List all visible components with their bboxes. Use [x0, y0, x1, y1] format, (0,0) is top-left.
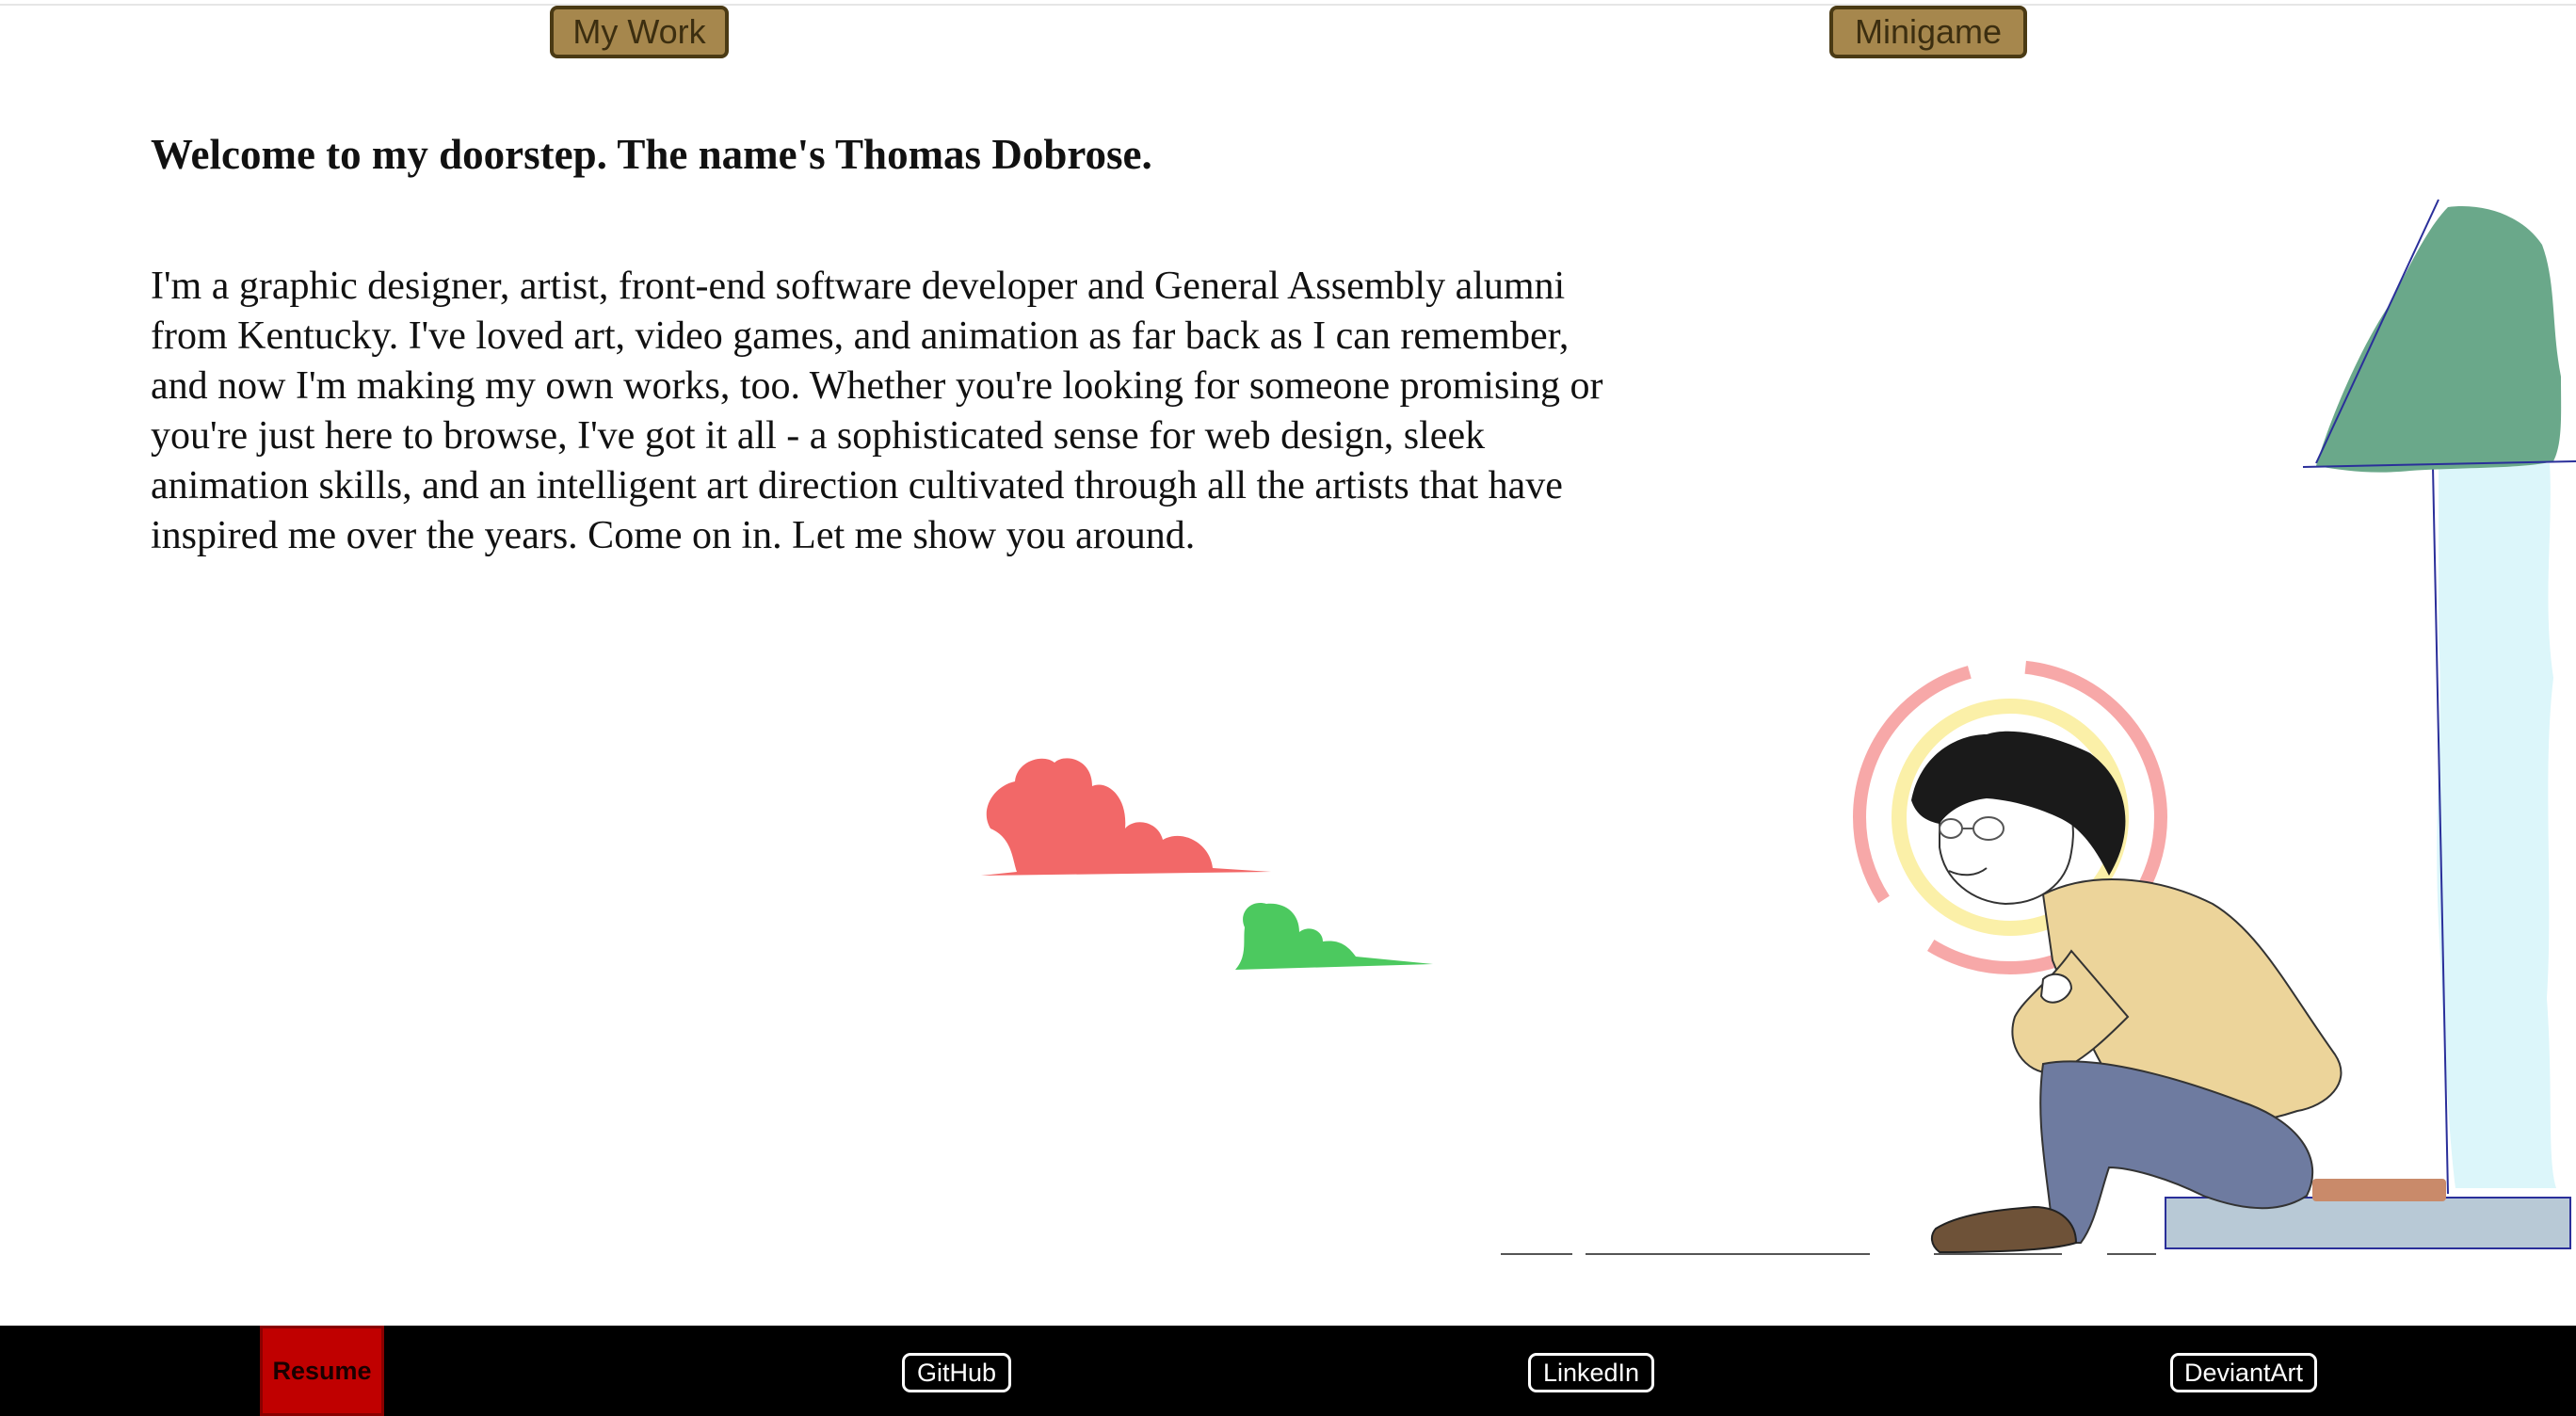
page: My Work Minigame Welcome to my doorstep.…	[0, 0, 2576, 1416]
green-cloud	[1235, 903, 1433, 970]
footer-bar: Resume GitHub LinkedIn DeviantArt	[0, 1326, 2576, 1416]
deviantart-link[interactable]: DeviantArt	[2170, 1353, 2317, 1392]
linkedin-link[interactable]: LinkedIn	[1528, 1353, 1654, 1392]
red-cloud	[981, 758, 1271, 876]
sitting-figure	[1853, 660, 2343, 1254]
github-link[interactable]: GitHub	[902, 1353, 1011, 1392]
door-light	[2432, 463, 2556, 1195]
resume-button[interactable]: Resume	[260, 1326, 384, 1416]
doorstep-illustration	[981, 199, 2576, 1255]
tree-shape	[2302, 199, 2576, 473]
